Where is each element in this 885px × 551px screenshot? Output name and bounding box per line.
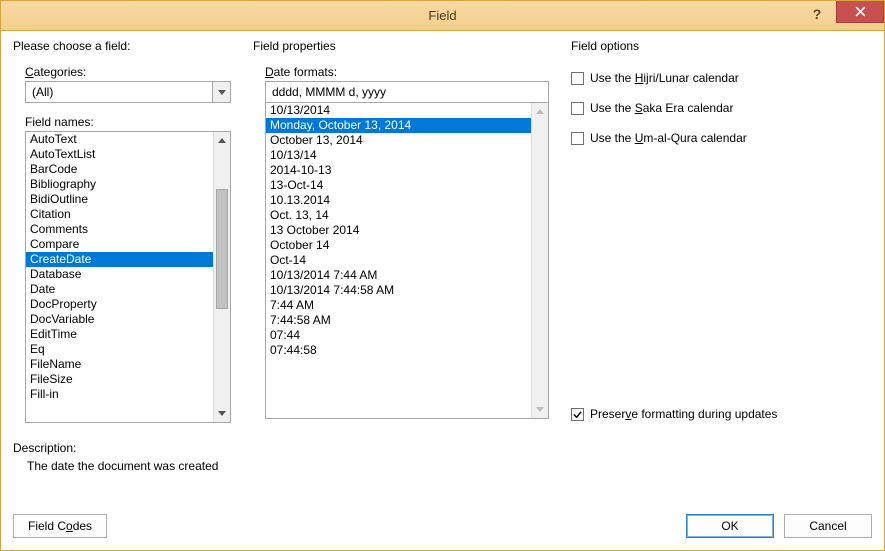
dialog-content: Please choose a field: Categories: (All)… [1,31,884,550]
choose-field-label: Please choose a field: [13,39,231,53]
date-formats-scrollbar[interactable] [531,103,548,418]
chevron-down-icon [536,407,544,412]
checkbox-box [571,408,584,421]
date-format-item[interactable]: 13-Oct-14 [266,178,531,193]
description-text: The date the document was created [13,459,872,473]
scroll-up-button[interactable] [532,103,548,120]
scroll-track[interactable] [214,149,230,405]
date-format-item[interactable]: 10/13/14 [266,148,531,163]
date-format-item[interactable]: Oct. 13, 14 [266,208,531,223]
dialog-footer: Field Codes OK Cancel [13,500,872,538]
description-label: Description: [13,441,872,455]
scroll-thumb[interactable] [216,189,228,309]
field-name-item[interactable]: AutoTextList [26,147,213,162]
title-bar: Field ? [1,1,884,31]
ok-button[interactable]: OK [686,514,774,538]
date-format-item[interactable]: 2014-10-13 [266,163,531,178]
date-format-item[interactable]: October 13, 2014 [266,133,531,148]
date-format-item[interactable]: 13 October 2014 [266,223,531,238]
date-format-item[interactable]: 10/13/2014 7:44:58 AM [266,283,531,298]
scroll-track[interactable] [532,120,548,401]
date-formats-list[interactable]: 10/13/2014Monday, October 13, 2014Octobe… [265,103,549,419]
preserve-formatting-label: Preserve formatting during updates [590,407,777,421]
chevron-down-icon [218,411,226,416]
help-button[interactable]: ? [798,3,836,25]
window-title: Field [428,8,456,23]
field-name-item[interactable]: Citation [26,207,213,222]
date-formats-label: Date formats: [265,65,549,79]
checkbox-box [571,72,584,85]
categories-label: Categories: [25,65,231,79]
checkbox-box [571,102,584,115]
field-dialog: Field ? Please choose a field: Categorie… [0,0,885,551]
date-format-item[interactable]: October 14 [266,238,531,253]
description-block: Description: The date the document was c… [13,441,872,473]
field-properties-panel: Field properties Date formats: dddd, MMM… [253,39,549,423]
field-names-label: Field names: [25,115,231,129]
field-name-item[interactable]: DocProperty [26,297,213,312]
window-controls: ? [798,1,884,31]
saka-label: Use the Saka Era calendar [590,101,733,115]
umalqura-checkbox[interactable]: Use the Um-al-Qura calendar [571,131,872,145]
scroll-up-button[interactable] [214,132,230,149]
field-name-item[interactable]: Eq [26,342,213,357]
saka-checkbox[interactable]: Use the Saka Era calendar [571,101,872,115]
date-format-item[interactable]: Monday, October 13, 2014 [266,118,531,133]
umalqura-label: Use the Um-al-Qura calendar [590,131,747,145]
field-name-item[interactable]: BarCode [26,162,213,177]
field-name-item[interactable]: FileSize [26,372,213,387]
field-name-item[interactable]: BidiOutline [26,192,213,207]
checkbox-box [571,132,584,145]
field-names-scrollbar[interactable] [213,132,230,422]
chevron-down-icon [218,90,226,95]
cancel-button[interactable]: Cancel [784,514,872,538]
categories-dropdown-button[interactable] [212,82,230,102]
date-format-item[interactable]: 07:44:58 [266,343,531,358]
date-format-item[interactable]: 7:44:58 AM [266,313,531,328]
field-name-item[interactable]: CreateDate [26,252,213,267]
field-name-item[interactable]: AutoText [26,132,213,147]
date-format-item[interactable]: 10.13.2014 [266,193,531,208]
date-format-item[interactable]: 07:44 [266,328,531,343]
field-name-item[interactable]: Date [26,282,213,297]
categories-combo[interactable]: (All) [25,81,231,103]
close-icon [855,6,866,17]
field-name-item[interactable]: Bibliography [26,177,213,192]
date-format-item[interactable]: 10/13/2014 7:44 AM [266,268,531,283]
close-button[interactable] [836,1,884,23]
chevron-up-icon [218,138,226,143]
scroll-down-button[interactable] [214,405,230,422]
date-format-item[interactable]: Oct-14 [266,253,531,268]
field-name-item[interactable]: EditTime [26,327,213,342]
scroll-down-button[interactable] [532,401,548,418]
field-options-panel: Field options Use the Hijri/Lunar calend… [571,39,872,423]
hijri-label: Use the Hijri/Lunar calendar [590,71,739,85]
field-name-item[interactable]: FileName [26,357,213,372]
categories-value: (All) [26,82,212,102]
field-name-item[interactable]: DocVariable [26,312,213,327]
field-options-label: Field options [571,39,872,53]
field-properties-label: Field properties [253,39,549,53]
field-name-item[interactable]: Database [26,267,213,282]
hijri-checkbox[interactable]: Use the Hijri/Lunar calendar [571,71,872,85]
preserve-formatting-checkbox[interactable]: Preserve formatting during updates [571,407,777,421]
field-name-item[interactable]: Comments [26,222,213,237]
date-format-item[interactable]: 7:44 AM [266,298,531,313]
field-names-list[interactable]: AutoTextAutoTextListBarCodeBibliographyB… [25,131,231,423]
date-format-input[interactable]: dddd, MMMM d, yyyy [265,81,549,103]
field-name-item[interactable]: Compare [26,237,213,252]
chevron-up-icon [536,109,544,114]
field-codes-button[interactable]: Field Codes [13,514,107,538]
date-format-item[interactable]: 10/13/2014 [266,103,531,118]
choose-field-panel: Please choose a field: Categories: (All)… [13,39,231,423]
field-name-item[interactable]: Fill-in [26,387,213,402]
